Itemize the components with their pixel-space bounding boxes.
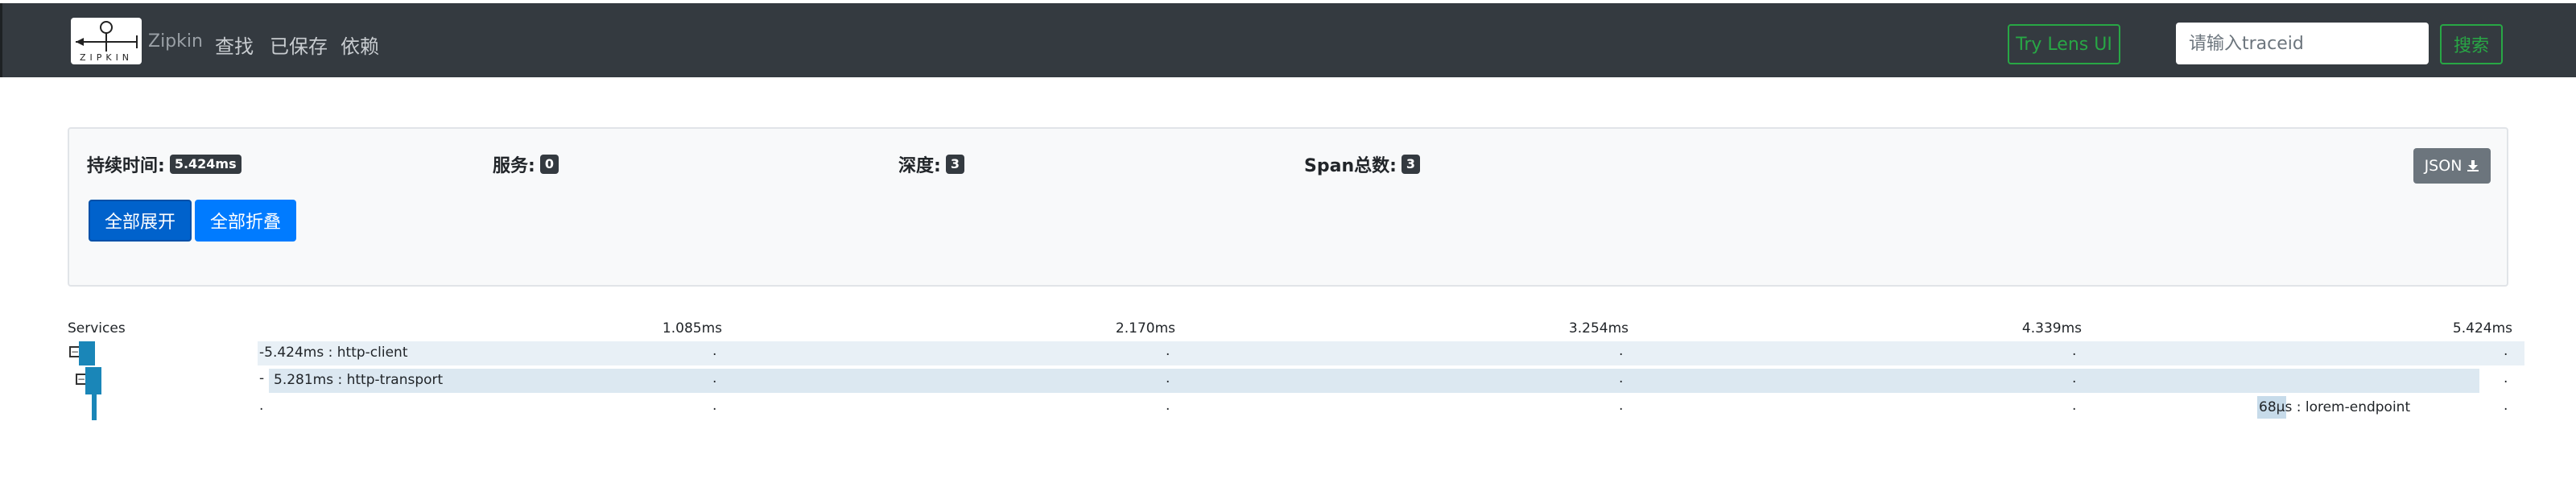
- duration-label: 持续时间:: [87, 156, 165, 176]
- span-row-background: [269, 369, 2479, 393]
- services-label: 服务:: [493, 156, 535, 176]
- tick-label: 1.085ms: [662, 320, 722, 337]
- window-edge: [0, 3, 2, 77]
- grid-dot: .: [2504, 343, 2508, 359]
- logo-text: ZIPKIN: [79, 52, 134, 63]
- span-row-lorem-endpoint[interactable]: . . . . . 68μs : lorem-endpoint .: [258, 396, 2524, 420]
- duration-badge: 5.424ms: [169, 155, 242, 174]
- span-count-badge: 3: [1401, 155, 1421, 174]
- span-row-background: [258, 341, 2524, 365]
- tick-label: 2.170ms: [1115, 320, 1175, 337]
- tick-label: 5.424ms: [2452, 320, 2512, 337]
- grid-dot: .: [1166, 398, 1170, 414]
- grid-dot: .: [2072, 370, 2077, 386]
- grid-dot: .: [259, 398, 264, 414]
- span-count-label: Span总数:: [1304, 156, 1397, 176]
- depth-label: 深度:: [898, 156, 941, 176]
- brand-name[interactable]: Zipkin: [148, 31, 203, 52]
- depth-stat: 深度: 3: [898, 151, 964, 177]
- grid-dot: .: [2072, 343, 2077, 359]
- grid-dot: .: [2504, 370, 2508, 386]
- services-header: Services: [68, 320, 126, 337]
- span-label: -5.424ms : http-client: [259, 345, 408, 361]
- brand[interactable]: ZIPKIN Zipkin: [71, 18, 203, 64]
- grid-dot: .: [1619, 398, 1624, 414]
- grid-dot: -: [259, 370, 265, 386]
- trace-timeline: Services 1.085ms 2.170ms 3.254ms 4.339ms…: [0, 314, 2576, 427]
- depth-badge: 3: [945, 155, 964, 174]
- nav-dependencies[interactable]: 依赖: [341, 31, 379, 59]
- tick-label: 4.339ms: [2021, 320, 2082, 337]
- download-icon: [2467, 160, 2479, 171]
- services-badge: 0: [539, 155, 559, 174]
- grid-dot: .: [712, 398, 717, 414]
- json-download-button[interactable]: JSON: [2413, 148, 2491, 184]
- span-label: 68μs : lorem-endpoint: [2259, 399, 2411, 415]
- grid-dot: .: [1166, 370, 1170, 386]
- try-lens-ui-button[interactable]: Try Lens UI: [2008, 24, 2120, 64]
- services-stat: 服务: 0: [493, 151, 559, 177]
- collapse-all-button[interactable]: 全部折叠: [195, 200, 296, 242]
- grid-dot: .: [712, 343, 717, 359]
- expand-all-button[interactable]: 全部展开: [89, 200, 192, 242]
- grid-dot: .: [1619, 343, 1624, 359]
- span-text: 5.424ms : http-client: [264, 345, 408, 361]
- traceid-search-input[interactable]: [2176, 23, 2429, 64]
- top-navbar: ZIPKIN Zipkin 查找 已保存 依赖 Try Lens UI 搜索: [0, 3, 2576, 77]
- grid-dot: .: [1166, 343, 1170, 359]
- service-bar[interactable]: [92, 394, 97, 420]
- nav-saved[interactable]: 已保存: [270, 31, 328, 59]
- span-row-http-client[interactable]: -5.424ms : http-client . . . . .: [258, 341, 2524, 365]
- span-label: 5.281ms : http-transport: [274, 372, 444, 388]
- tick-label: 3.254ms: [1568, 320, 1629, 337]
- trace-summary-card: 持续时间: 5.424ms 服务: 0 深度: 3 Span总数: 3 JSON…: [68, 127, 2508, 287]
- search-button[interactable]: 搜索: [2440, 24, 2503, 64]
- span-row-http-transport[interactable]: - 5.281ms : http-transport . . . . .: [258, 369, 2508, 393]
- grid-dot: .: [712, 370, 717, 386]
- service-bar[interactable]: [79, 341, 95, 365]
- json-button-label: JSON: [2424, 157, 2462, 175]
- nav-find[interactable]: 查找: [215, 31, 254, 59]
- service-bar[interactable]: [85, 367, 101, 394]
- grid-dot: .: [1619, 370, 1624, 386]
- grid-dot: .: [2072, 398, 2077, 414]
- span-count-stat: Span总数: 3: [1304, 151, 1421, 177]
- zipkin-logo[interactable]: ZIPKIN: [71, 18, 142, 64]
- duration-stat: 持续时间: 5.424ms: [87, 151, 242, 177]
- grid-dot: .: [2504, 398, 2508, 414]
